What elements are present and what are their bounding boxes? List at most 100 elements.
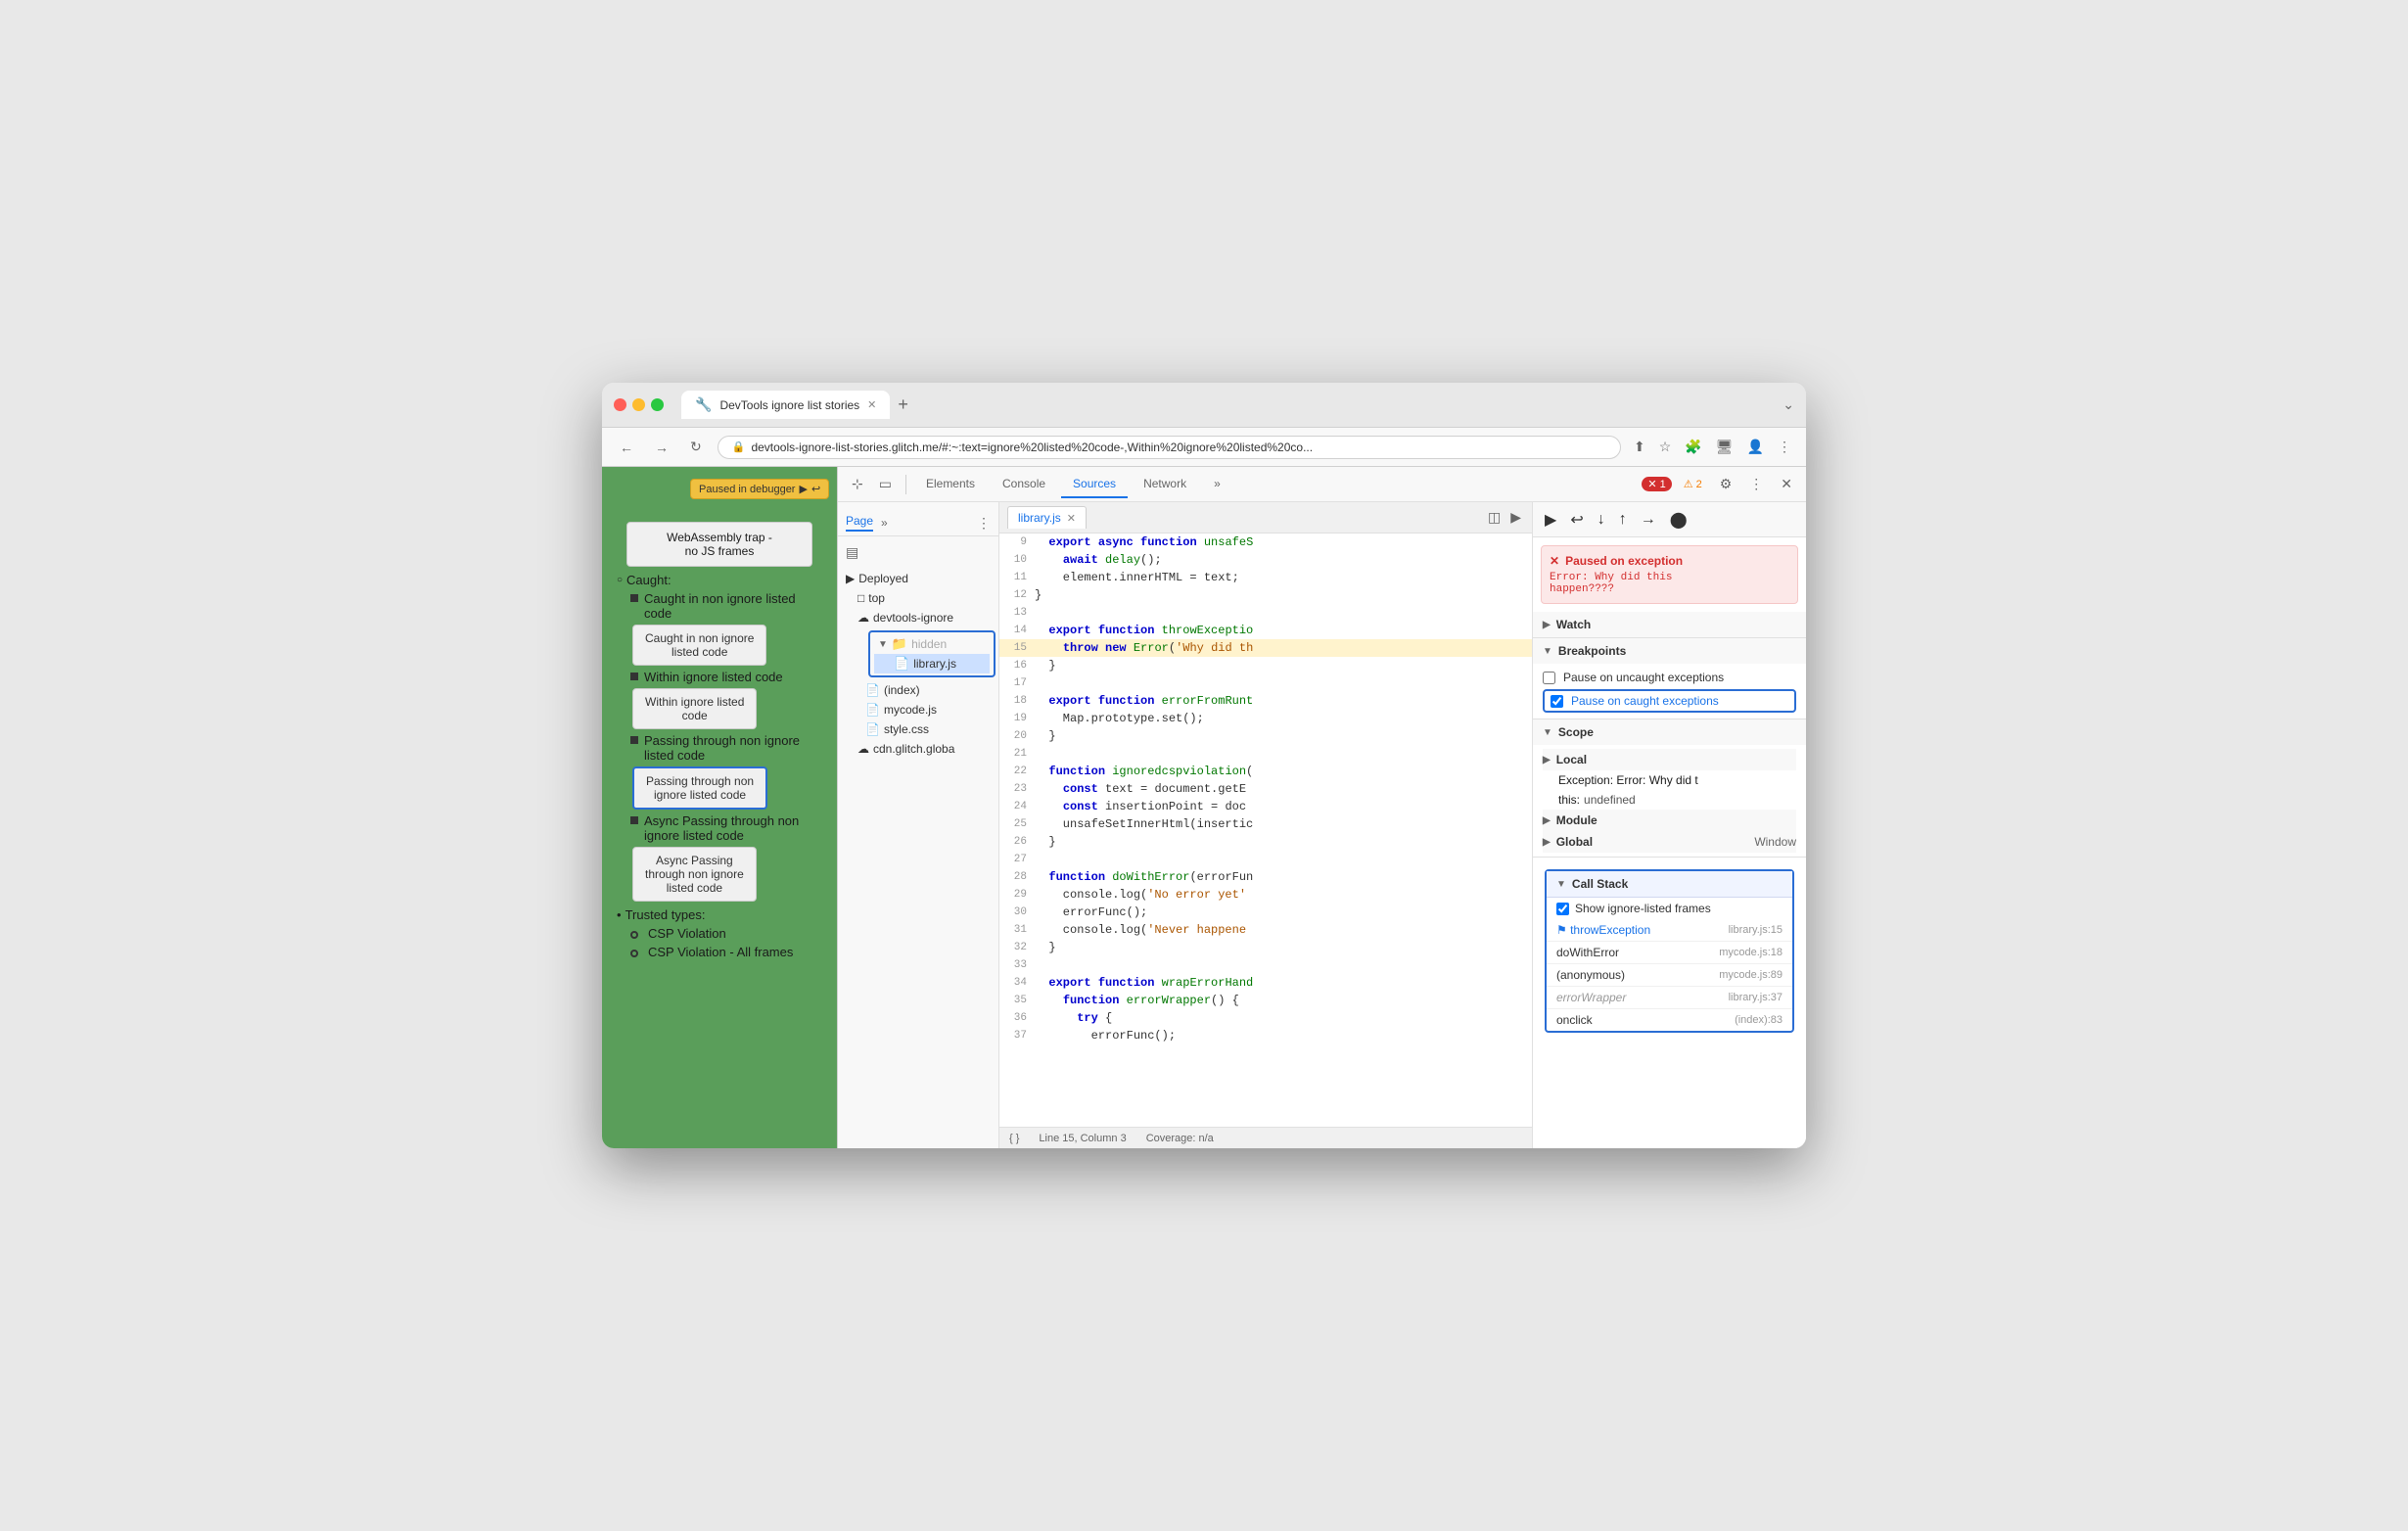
format-icon[interactable]: { } xyxy=(1009,1133,1019,1144)
line-num-20: 20 xyxy=(999,727,1035,745)
call-stack-header[interactable]: ▼ Call Stack xyxy=(1547,871,1792,898)
line-num-21: 21 xyxy=(999,745,1035,763)
pause-caught-checkbox[interactable] xyxy=(1551,695,1563,708)
watch-header[interactable]: ▶ Watch xyxy=(1533,612,1806,637)
within-ignore-button[interactable]: Within ignore listedcode xyxy=(632,688,757,729)
tab-overflow-button[interactable]: ⌄ xyxy=(1783,396,1794,413)
line-num-29: 29 xyxy=(999,886,1035,904)
coverage-status: Coverage: n/a xyxy=(1146,1133,1214,1144)
watch-section: ▶ Watch xyxy=(1533,612,1806,638)
frame-2[interactable]: doWithError mycode.js:18 xyxy=(1547,942,1792,964)
resume-icon[interactable]: ▶ xyxy=(799,483,807,495)
frame-1[interactable]: ⚑ throwException library.js:15 xyxy=(1547,919,1792,942)
new-tab-button[interactable]: + xyxy=(890,394,916,415)
close-button[interactable] xyxy=(614,398,626,411)
breakpoints-section: ▼ Breakpoints Pause on uncaught exceptio… xyxy=(1533,638,1806,719)
step-button[interactable]: → xyxy=(1637,507,1660,533)
trusted-types-section: • Trusted types: CSP Violation CSP Viola… xyxy=(617,907,822,959)
bookmark-icon[interactable]: ⬆ xyxy=(1631,436,1648,458)
line-num-24: 24 xyxy=(999,798,1035,815)
editor-nav-toggle[interactable]: ◫ xyxy=(1485,506,1504,529)
cdn-item[interactable]: ☁ cdn.glitch.globa xyxy=(838,739,998,759)
resume-button[interactable]: ▶ xyxy=(1541,506,1560,534)
line-num-31: 31 xyxy=(999,921,1035,939)
top-label: top xyxy=(868,591,885,605)
sidebar-toggle-icon[interactable]: ▤ xyxy=(846,544,858,561)
this-scope-item: this: undefined xyxy=(1543,790,1796,810)
star-icon[interactable]: ☆ xyxy=(1656,436,1675,458)
code-line-11: 11 element.innerHTML = text; xyxy=(999,569,1532,586)
async-passing-button[interactable]: Async Passingthrough non ignorelisted co… xyxy=(632,847,757,902)
hidden-folder[interactable]: ▼ 📁 hidden xyxy=(874,634,990,654)
editor-nav-more[interactable]: ▶ xyxy=(1507,506,1524,529)
style-label: style.css xyxy=(884,722,929,736)
editor-tab-close-icon[interactable]: ✕ xyxy=(1067,512,1076,525)
extension-icon[interactable]: 🧩 xyxy=(1682,436,1704,458)
line-num-12: 12 xyxy=(999,586,1035,604)
device-icon[interactable]: ▭ xyxy=(873,472,898,496)
watch-label: Watch xyxy=(1556,618,1592,631)
sources-menu-icon[interactable]: ⋮ xyxy=(977,515,991,532)
frame-4-loc: library.js:37 xyxy=(1729,992,1783,1003)
tab-console[interactable]: Console xyxy=(991,471,1057,498)
line-num-37: 37 xyxy=(999,1027,1035,1044)
devtools-more-icon[interactable]: ⋮ xyxy=(1743,472,1769,496)
passing-through-button[interactable]: Passing through nonignore listed code xyxy=(632,766,767,810)
tab-network[interactable]: Network xyxy=(1132,471,1198,498)
forward-button[interactable]: → xyxy=(649,436,674,459)
exception-title: ✕ Paused on exception xyxy=(1550,554,1789,568)
tab-close-icon[interactable]: ✕ xyxy=(867,398,876,411)
url-bar[interactable]: 🔒 devtools-ignore-list-stories.glitch.me… xyxy=(718,436,1621,459)
step-into-button[interactable]: ↓ xyxy=(1594,507,1609,533)
tab-elements[interactable]: Elements xyxy=(914,471,987,498)
frame-3[interactable]: (anonymous) mycode.js:89 xyxy=(1547,964,1792,987)
library-js-item[interactable]: 📄 library.js xyxy=(874,654,990,673)
code-line-35: 35 function errorWrapper() { xyxy=(999,992,1532,1009)
code-line-30: 30 errorFunc(); xyxy=(999,904,1532,921)
mycode-item[interactable]: 📄 mycode.js xyxy=(838,700,998,719)
sources-more-icon[interactable]: » xyxy=(881,516,888,530)
frame-3-fn: (anonymous) xyxy=(1556,968,1625,982)
menu-icon[interactable]: ⋮ xyxy=(1775,436,1794,458)
tab-sources[interactable]: Sources xyxy=(1061,471,1128,498)
minimize-button[interactable] xyxy=(632,398,645,411)
back-button[interactable]: ← xyxy=(614,436,639,459)
show-ignored-checkbox[interactable] xyxy=(1556,903,1569,915)
local-header[interactable]: ▶ Local xyxy=(1543,749,1796,770)
editor-active-tab[interactable]: library.js ✕ xyxy=(1007,506,1087,529)
frame-5[interactable]: onclick (index):83 xyxy=(1547,1009,1792,1031)
devtools-ignore-item[interactable]: ☁ devtools-ignore xyxy=(838,608,998,627)
devtools-close-icon[interactable]: ✕ xyxy=(1775,472,1798,496)
active-tab[interactable]: 🔧 DevTools ignore list stories ✕ xyxy=(681,391,890,419)
profile-icon[interactable]: 🖥 xyxy=(1713,436,1737,458)
pause-uncaught-checkbox[interactable] xyxy=(1543,672,1555,684)
code-area[interactable]: 9 export async function unsafeS 10 await… xyxy=(999,534,1532,1127)
module-header[interactable]: ▶ Module xyxy=(1543,810,1796,831)
refresh-button[interactable]: ↻ xyxy=(684,435,708,459)
code-content-35: function errorWrapper() { xyxy=(1035,992,1239,1009)
index-item[interactable]: 📄 (index) xyxy=(838,680,998,700)
page-tab[interactable]: Page xyxy=(846,514,873,532)
deployed-item[interactable]: ▶ Deployed xyxy=(838,569,998,588)
frame-4[interactable]: errorWrapper library.js:37 xyxy=(1547,987,1792,1009)
global-header[interactable]: ▶ Global Window xyxy=(1543,831,1796,853)
step-out-button[interactable]: ↑ xyxy=(1615,507,1631,533)
top-item[interactable]: □ top xyxy=(838,588,998,608)
code-content-31: console.log('Never happene xyxy=(1035,921,1246,939)
person-icon[interactable]: 👤 xyxy=(1744,436,1767,458)
tab-more[interactable]: » xyxy=(1202,471,1232,498)
library-js-label: library.js xyxy=(913,657,956,671)
scope-header[interactable]: ▼ Scope xyxy=(1533,719,1806,745)
deactivate-button[interactable]: ⬤ xyxy=(1666,506,1691,534)
step-over-button[interactable]: ↩ xyxy=(1566,506,1587,534)
code-content-37: errorFunc(); xyxy=(1035,1027,1176,1044)
code-content-20: } xyxy=(1035,727,1056,745)
step-icon[interactable]: ↩ xyxy=(811,483,820,495)
breakpoints-header[interactable]: ▼ Breakpoints xyxy=(1533,638,1806,664)
caught-non-ignore-button[interactable]: Caught in non ignorelisted code xyxy=(632,625,766,666)
inspect-icon[interactable]: ⊹ xyxy=(846,472,869,496)
style-item[interactable]: 📄 style.css xyxy=(838,719,998,739)
line-num-10: 10 xyxy=(999,551,1035,569)
maximize-button[interactable] xyxy=(651,398,664,411)
settings-icon[interactable]: ⚙ xyxy=(1714,472,1738,496)
